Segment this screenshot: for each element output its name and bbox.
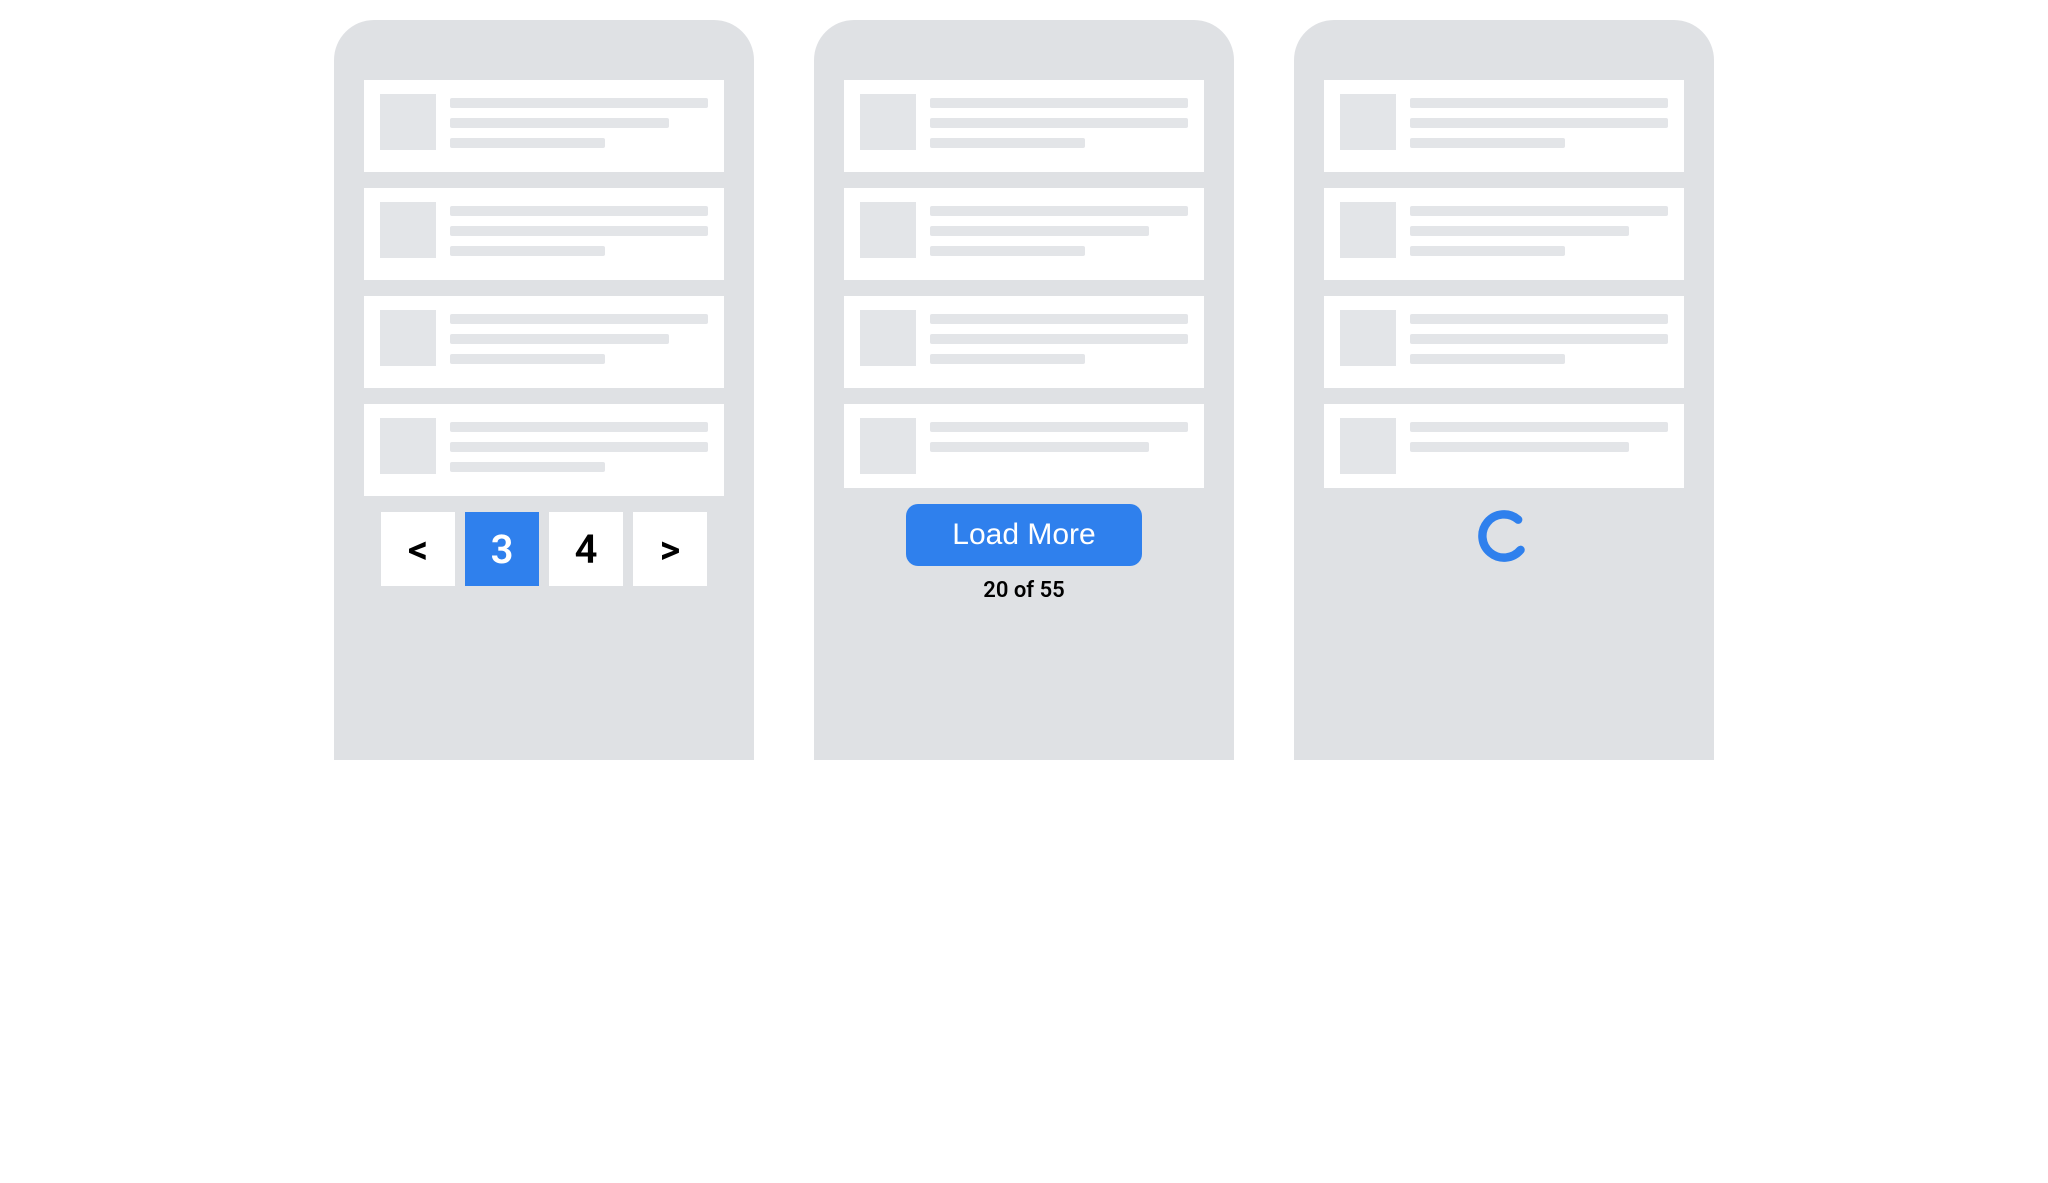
text-placeholder xyxy=(450,118,669,128)
text-placeholder xyxy=(1410,422,1668,432)
text-placeholder xyxy=(1410,354,1565,364)
text-placeholder xyxy=(930,226,1149,236)
text-placeholder xyxy=(930,98,1188,108)
thumbnail-placeholder xyxy=(1340,94,1396,150)
text-placeholder xyxy=(930,138,1085,148)
thumbnail-placeholder xyxy=(1340,418,1396,474)
device-infinite-scroll xyxy=(1294,20,1714,760)
pagination-prev[interactable]: < xyxy=(381,512,455,586)
text-placeholder xyxy=(450,226,708,236)
thumbnail-placeholder xyxy=(380,418,436,474)
thumbnail-placeholder xyxy=(860,94,916,150)
text-placeholder xyxy=(1410,98,1668,108)
text-placeholder xyxy=(1410,442,1629,452)
text-placeholder xyxy=(450,334,669,344)
text-placeholder xyxy=(1410,138,1565,148)
text-placeholder xyxy=(1410,226,1629,236)
pagination-page-current[interactable]: 3 xyxy=(465,512,539,586)
list-item xyxy=(844,404,1204,488)
text-placeholder xyxy=(930,314,1188,324)
text-placeholder xyxy=(450,206,708,216)
text-placeholder xyxy=(930,422,1188,432)
thumbnail-placeholder xyxy=(860,202,916,258)
load-more-button[interactable]: Load More xyxy=(906,504,1141,566)
text-placeholder xyxy=(450,314,708,324)
text-placeholder xyxy=(1410,314,1668,324)
pagination: < 3 4 > xyxy=(364,512,724,586)
text-placeholder xyxy=(450,354,605,364)
text-placeholder xyxy=(1410,246,1565,256)
thumbnail-placeholder xyxy=(380,310,436,366)
text-placeholder xyxy=(450,462,605,472)
list-item xyxy=(1324,296,1684,388)
text-placeholder xyxy=(1410,334,1668,344)
thumbnail-placeholder xyxy=(380,202,436,258)
pagination-next[interactable]: > xyxy=(633,512,707,586)
text-placeholder xyxy=(450,422,708,432)
list-item xyxy=(1324,80,1684,172)
list-item xyxy=(1324,404,1684,488)
list-item xyxy=(1324,188,1684,280)
text-placeholder xyxy=(930,354,1085,364)
loading-spinner-icon xyxy=(1474,506,1534,566)
text-placeholder xyxy=(930,442,1149,452)
thumbnail-placeholder xyxy=(860,310,916,366)
load-more-count: 20 of 55 xyxy=(983,578,1064,603)
text-placeholder xyxy=(930,206,1188,216)
list-item xyxy=(844,188,1204,280)
text-placeholder xyxy=(450,442,708,452)
text-placeholder xyxy=(930,118,1188,128)
thumbnail-placeholder xyxy=(860,418,916,474)
text-placeholder xyxy=(930,334,1188,344)
text-placeholder xyxy=(450,138,605,148)
text-placeholder xyxy=(450,246,605,256)
list-item xyxy=(844,80,1204,172)
device-load-more: Load More 20 of 55 xyxy=(814,20,1234,760)
thumbnail-placeholder xyxy=(1340,202,1396,258)
text-placeholder xyxy=(930,246,1085,256)
text-placeholder xyxy=(1410,206,1668,216)
list-item xyxy=(364,404,724,496)
device-pagination: < 3 4 > xyxy=(334,20,754,760)
list-item xyxy=(364,188,724,280)
list-item xyxy=(844,296,1204,388)
list-item xyxy=(364,296,724,388)
pagination-page-next[interactable]: 4 xyxy=(549,512,623,586)
text-placeholder xyxy=(1410,118,1668,128)
thumbnail-placeholder xyxy=(380,94,436,150)
list-item xyxy=(364,80,724,172)
thumbnail-placeholder xyxy=(1340,310,1396,366)
text-placeholder xyxy=(450,98,708,108)
